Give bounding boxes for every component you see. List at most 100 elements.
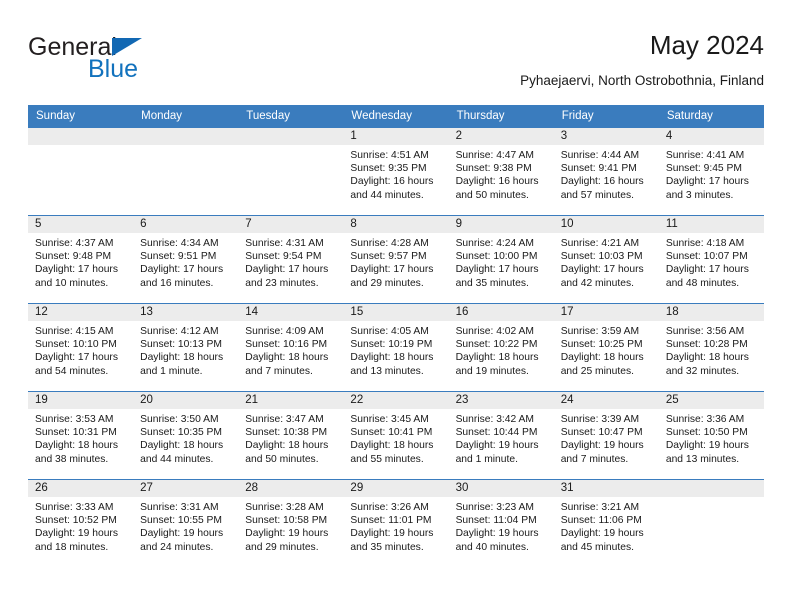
day-number: 6 <box>133 216 239 233</box>
sunrise-text: Sunrise: 4:51 AM <box>350 150 429 161</box>
sunrise-text: Sunrise: 3:28 AM <box>245 502 324 513</box>
day-number: 5 <box>28 216 134 233</box>
sunrise-text: Sunrise: 4:09 AM <box>245 326 324 337</box>
daylight-text: Daylight: 18 hours and 1 minute. <box>140 352 224 377</box>
calendar-day-cell[interactable]: 1 Sunrise: 4:51 AM Sunset: 9:35 PM Daylight… <box>343 127 449 216</box>
sunrise-text: Sunrise: 3:42 AM <box>455 414 534 425</box>
day-number: 24 <box>553 392 659 409</box>
day-number: 22 <box>343 392 449 409</box>
day-details: Sunrise: 4:02 AM Sunset: 10:22 PM Daylight… <box>449 321 554 378</box>
calendar-day-cell[interactable]: 6 Sunrise: 4:34 AM Sunset: 9:51 PM Daylight… <box>133 215 239 304</box>
calendar-day-cell[interactable]: 23 Sunrise: 3:42 AM Sunset: 10:44 PM Daylig… <box>448 391 554 480</box>
weekday-header-monday: Monday <box>133 105 239 128</box>
sunset-text: Sunset: 10:38 PM <box>245 427 328 439</box>
calendar-day-cell[interactable]: 18 Sunrise: 3:56 AM Sunset: 10:28 PM Daylig… <box>658 303 764 392</box>
calendar-day-cell[interactable]: 3 Sunrise: 4:44 AM Sunset: 9:41 PM Daylight… <box>553 127 659 216</box>
sunrise-text: Sunrise: 3:56 AM <box>665 326 745 337</box>
calendar-week-row: 1 Sunrise: 4:51 AM Sunset: 9:35 PM Daylight… <box>28 127 764 216</box>
sunset-text: Sunset: 9:38 PM <box>455 163 532 175</box>
day-number: 31 <box>553 480 659 497</box>
sunset-text: Sunset: 10:35 PM <box>140 427 222 439</box>
sunset-text: Sunset: 9:35 PM <box>350 163 427 175</box>
calendar-day-cell[interactable]: 4 Sunrise: 4:41 AM Sunset: 9:45 PM Daylight… <box>658 127 764 216</box>
calendar-day-cell[interactable]: 12 Sunrise: 4:15 AM Sunset: 10:10 PM Daylig… <box>28 303 134 392</box>
daylight-text: Daylight: 16 hours and 44 minutes. <box>350 176 434 201</box>
weekday-header-sunday: Sunday <box>28 105 134 128</box>
calendar-day-cell[interactable]: 15 Sunrise: 4:05 AM Sunset: 10:19 PM Daylig… <box>343 303 449 392</box>
calendar-day-cell[interactable]: 11 Sunrise: 4:18 AM Sunset: 10:07 PM Daylig… <box>658 215 764 304</box>
day-details: Sunrise: 3:33 AM Sunset: 10:52 PM Daylight… <box>28 497 133 554</box>
calendar-day-cell[interactable]: 20 Sunrise: 3:50 AM Sunset: 10:35 PM Daylig… <box>133 391 239 480</box>
day-details: Sunrise: 4:28 AM Sunset: 9:57 PM Daylight:… <box>343 233 448 290</box>
sunset-text: Sunset: 10:50 PM <box>665 427 748 439</box>
calendar-day-cell[interactable]: 25 Sunrise: 3:36 AM Sunset: 10:50 PM Daylig… <box>658 391 764 480</box>
calendar-day-cell[interactable]: 10 Sunrise: 4:21 AM Sunset: 10:03 PM Daylig… <box>553 215 659 304</box>
day-details: Sunrise: 4:41 AM Sunset: 9:45 PM Daylight:… <box>659 145 764 202</box>
sunset-text: Sunset: 10:47 PM <box>560 427 643 439</box>
day-details: Sunrise: 4:44 AM Sunset: 9:41 PM Daylight:… <box>554 145 659 202</box>
daylight-text: Daylight: 19 hours and 1 minute. <box>455 440 539 465</box>
calendar-day-cell[interactable]: 31 Sunrise: 3:21 AM Sunset: 11:06 PM Daylig… <box>553 479 659 568</box>
calendar-week-row: 12 Sunrise: 4:15 AM Sunset: 10:10 PM Daylig… <box>28 303 764 392</box>
day-details: Sunrise: 3:45 AM Sunset: 10:41 PM Daylight… <box>343 409 448 466</box>
day-details: Sunrise: 4:09 AM Sunset: 10:16 PM Daylight… <box>238 321 343 378</box>
calendar-day-cell[interactable]: 17 Sunrise: 3:59 AM Sunset: 10:25 PM Daylig… <box>553 303 659 392</box>
day-details: Sunrise: 3:47 AM Sunset: 10:38 PM Daylight… <box>238 409 343 466</box>
daylight-text: Daylight: 18 hours and 50 minutes. <box>245 440 329 465</box>
day-details: Sunrise: 3:42 AM Sunset: 10:44 PM Daylight… <box>449 409 554 466</box>
sunrise-text: Sunrise: 4:02 AM <box>455 326 534 337</box>
calendar-day-cell[interactable]: 21 Sunrise: 3:47 AM Sunset: 10:38 PM Daylig… <box>238 391 344 480</box>
calendar-day-cell[interactable]: 9 Sunrise: 4:24 AM Sunset: 10:00 PM Dayligh… <box>448 215 554 304</box>
calendar-week-row: 26 Sunrise: 3:33 AM Sunset: 10:52 PM Daylig… <box>28 479 764 568</box>
calendar-day-cell[interactable]: 24 Sunrise: 3:39 AM Sunset: 10:47 PM Daylig… <box>553 391 659 480</box>
day-details: Sunrise: 4:21 AM Sunset: 10:03 PM Daylight… <box>554 233 659 290</box>
sunrise-text: Sunrise: 3:31 AM <box>140 502 219 513</box>
sunrise-text: Sunrise: 3:36 AM <box>665 414 745 425</box>
calendar-day-cell[interactable]: 16 Sunrise: 4:02 AM Sunset: 10:22 PM Daylig… <box>448 303 554 392</box>
daylight-text: Daylight: 17 hours and 42 minutes. <box>560 264 644 289</box>
calendar-day-cell[interactable]: 27 Sunrise: 3:31 AM Sunset: 10:55 PM Daylig… <box>133 479 239 568</box>
day-number: 4 <box>658 128 764 145</box>
daylight-text: Daylight: 18 hours and 13 minutes. <box>350 352 434 377</box>
day-number: 27 <box>133 480 239 497</box>
sunrise-text: Sunrise: 3:59 AM <box>560 326 640 337</box>
daylight-text: Daylight: 19 hours and 40 minutes. <box>455 528 539 553</box>
sunrise-text: Sunrise: 4:12 AM <box>140 326 219 337</box>
day-number: 2 <box>448 128 554 145</box>
day-details: Sunrise: 3:50 AM Sunset: 10:35 PM Daylight… <box>133 409 238 466</box>
day-number <box>238 128 344 145</box>
daylight-text: Daylight: 19 hours and 35 minutes. <box>350 528 434 553</box>
calendar-day-cell[interactable]: 5 Sunrise: 4:37 AM Sunset: 9:48 PM Daylight… <box>28 215 134 304</box>
daylight-text: Daylight: 17 hours and 3 minutes. <box>665 176 749 201</box>
day-number <box>133 128 239 145</box>
general-blue-logo: General Blue <box>28 33 228 93</box>
location-subtitle: Pyhaejaervi, North Ostrobothnia, Finland <box>520 73 764 88</box>
daylight-text: Daylight: 19 hours and 29 minutes. <box>245 528 329 553</box>
calendar-day-cell[interactable]: 19 Sunrise: 3:53 AM Sunset: 10:31 PM Daylig… <box>28 391 134 480</box>
day-number: 19 <box>28 392 134 409</box>
daylight-text: Daylight: 17 hours and 10 minutes. <box>35 264 118 289</box>
calendar-day-cell[interactable]: 14 Sunrise: 4:09 AM Sunset: 10:16 PM Daylig… <box>238 303 344 392</box>
day-number: 18 <box>658 304 764 321</box>
calendar-day-cell[interactable]: 28 Sunrise: 3:28 AM Sunset: 10:58 PM Daylig… <box>238 479 344 568</box>
daylight-text: Daylight: 19 hours and 18 minutes. <box>35 528 118 553</box>
day-number: 13 <box>133 304 239 321</box>
calendar-day-cell-empty <box>133 127 239 216</box>
weekday-header-friday: Friday <box>553 105 659 128</box>
day-details: Sunrise: 4:34 AM Sunset: 9:51 PM Daylight:… <box>133 233 238 290</box>
sunset-text: Sunset: 10:00 PM <box>455 251 538 263</box>
day-number: 21 <box>238 392 344 409</box>
day-number: 8 <box>343 216 449 233</box>
calendar-day-cell[interactable]: 13 Sunrise: 4:12 AM Sunset: 10:13 PM Daylig… <box>133 303 239 392</box>
calendar-day-cell[interactable]: 2 Sunrise: 4:47 AM Sunset: 9:38 PM Daylight… <box>448 127 554 216</box>
calendar-day-cell[interactable]: 30 Sunrise: 3:23 AM Sunset: 11:04 PM Daylig… <box>448 479 554 568</box>
calendar-day-cell[interactable]: 22 Sunrise: 3:45 AM Sunset: 10:41 PM Daylig… <box>343 391 449 480</box>
calendar-day-cell[interactable]: 29 Sunrise: 3:26 AM Sunset: 11:01 PM Daylig… <box>343 479 449 568</box>
sunrise-text: Sunrise: 3:33 AM <box>35 502 114 513</box>
weekday-header-wednesday: Wednesday <box>343 105 449 128</box>
calendar-day-cell[interactable]: 7 Sunrise: 4:31 AM Sunset: 9:54 PM Daylight… <box>238 215 344 304</box>
sunrise-text: Sunrise: 4:18 AM <box>665 238 745 249</box>
sunrise-text: Sunrise: 4:28 AM <box>350 238 429 249</box>
calendar-day-cell[interactable]: 8 Sunrise: 4:28 AM Sunset: 9:57 PM Daylight… <box>343 215 449 304</box>
calendar-day-cell[interactable]: 26 Sunrise: 3:33 AM Sunset: 10:52 PM Daylig… <box>28 479 134 568</box>
